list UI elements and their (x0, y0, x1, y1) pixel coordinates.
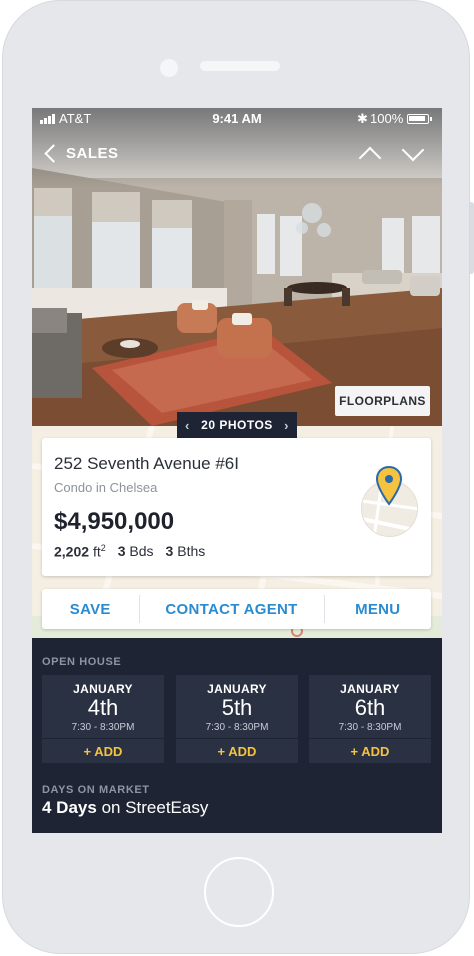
open-house-card: JANUARY 5th 7:30 - 8:30PM + ADD (176, 675, 298, 763)
days-count: 4 Days (42, 798, 97, 817)
sqft-value: 2,202 (54, 543, 90, 560)
photo-count-label: 20 PHOTOS (201, 418, 273, 432)
menu-button[interactable]: MENU (325, 589, 431, 629)
beds-label: Bds (129, 543, 154, 559)
listing-address: 252 Seventh Avenue #6I (54, 454, 239, 473)
add-open-house-button[interactable]: + ADD (176, 738, 298, 763)
floorplans-button[interactable]: FLOORPLANS (335, 386, 430, 416)
status-bar: AT&T 9:41 AM ✱ 100% (32, 108, 442, 130)
sqft-sup: 2 (100, 543, 106, 553)
open-house-card: JANUARY 6th 7:30 - 8:30PM + ADD (309, 675, 431, 763)
map-pin-icon (376, 466, 402, 506)
back-label: SALES (66, 144, 119, 162)
contact-agent-button[interactable]: CONTACT AGENT (140, 589, 324, 629)
back-button[interactable]: SALES (42, 138, 119, 168)
bluetooth-icon: ✱ (357, 111, 368, 126)
open-house-time: 7:30 - 8:30PM (338, 722, 402, 733)
screen: AT&T 9:41 AM ✱ 100% SALES FLOORPLANS ‹ 2… (32, 108, 442, 833)
open-house-label: OPEN HOUSE (42, 656, 122, 668)
chevron-left-icon (44, 143, 63, 163)
baths-value: 3 (165, 543, 174, 559)
open-house-month: JANUARY (207, 682, 267, 696)
listing-stats: 2,202 ft2 3 Bds 3 Bths (54, 543, 205, 560)
open-house-day: 5th (221, 695, 253, 720)
home-button[interactable] (204, 857, 274, 927)
listing-subtitle: Condo in Chelsea (54, 480, 158, 495)
speaker-grille (200, 61, 280, 71)
sqft-unit: ft (92, 543, 101, 560)
chevron-left-icon[interactable]: ‹ (185, 418, 190, 433)
photo-counter[interactable]: ‹ 20 PHOTOS › (177, 412, 297, 438)
open-house-card: JANUARY 4th 7:30 - 8:30PM + ADD (42, 675, 164, 763)
add-open-house-button[interactable]: + ADD (42, 738, 164, 763)
action-bar: SAVE CONTACT AGENT MENU (42, 589, 431, 629)
open-house-day: 6th (354, 695, 386, 720)
days-on-market-label: DAYS ON MARKET (42, 784, 150, 796)
listing-card: 252 Seventh Avenue #6I Condo in Chelsea … (42, 438, 431, 576)
listing-price: $4,950,000 (54, 508, 175, 535)
baths-label: Bths (177, 543, 206, 559)
details-section: OPEN HOUSE JANUARY 4th 7:30 - 8:30PM + A… (32, 640, 442, 833)
beds-stat: 3 Bds (118, 543, 154, 560)
open-house-time: 7:30 - 8:30PM (205, 722, 269, 733)
chevron-right-icon[interactable]: › (284, 418, 289, 433)
open-house-month: JANUARY (340, 682, 400, 696)
camera-dot (160, 59, 178, 77)
battery-icon (407, 114, 429, 124)
battery-percent: 100% (370, 111, 404, 126)
save-button[interactable]: SAVE (42, 589, 139, 629)
sqft-stat: 2,202 ft2 (54, 543, 106, 560)
open-house-month: JANUARY (73, 682, 133, 696)
side-button (470, 202, 474, 274)
open-house-time: 7:30 - 8:30PM (71, 722, 135, 733)
days-on-market-value: 4 Days on StreetEasy (42, 798, 208, 818)
open-house-day: 4th (87, 695, 119, 720)
add-open-house-button[interactable]: + ADD (309, 738, 431, 763)
days-suffix: on StreetEasy (101, 798, 209, 817)
beds-value: 3 (117, 543, 126, 559)
battery-tip (430, 117, 432, 121)
baths-stat: 3 Bths (166, 543, 206, 560)
